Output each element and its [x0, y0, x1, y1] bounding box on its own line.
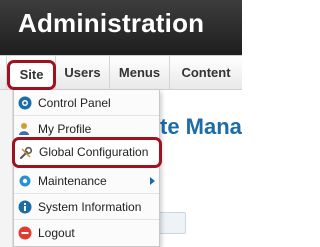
site-dropdown-menu: Control Panel My Profile Maintenance Sys…	[13, 90, 160, 247]
page-title: Administration	[18, 8, 205, 38]
dropdown-item-global-configuration[interactable]: Global Configuration	[12, 137, 162, 168]
page-left-edge	[0, 90, 13, 247]
dropdown-item-label: Logout	[38, 226, 75, 240]
logout-icon	[18, 226, 32, 240]
dropdown-item-label: System Information	[38, 200, 142, 214]
dropdown-item-logout[interactable]: Logout	[14, 220, 159, 246]
tools-icon	[20, 146, 33, 159]
gear-icon	[19, 175, 31, 187]
dropdown-item-system-information[interactable]: System Information	[14, 194, 159, 220]
user-profile-icon	[19, 123, 29, 135]
dropdown-item-label: Global Configuration	[39, 145, 149, 159]
menu-users[interactable]: Users	[56, 56, 110, 90]
dropdown-item-label: Maintenance	[38, 174, 107, 188]
dropdown-item-control-panel[interactable]: Control Panel	[14, 90, 159, 116]
admin-header: Administration	[0, 0, 242, 55]
menu-content[interactable]: Content	[170, 56, 242, 90]
dropdown-item-label: Control Panel	[38, 96, 111, 110]
menu-menus[interactable]: Menus	[110, 56, 170, 90]
info-icon	[18, 200, 32, 214]
control-panel-icon	[18, 96, 32, 110]
submenu-arrow-icon	[150, 177, 155, 185]
background-page-title: te Mana	[160, 114, 242, 139]
menu-site-active[interactable]: Site	[7, 60, 56, 90]
dropdown-item-maintenance[interactable]: Maintenance	[14, 168, 159, 194]
